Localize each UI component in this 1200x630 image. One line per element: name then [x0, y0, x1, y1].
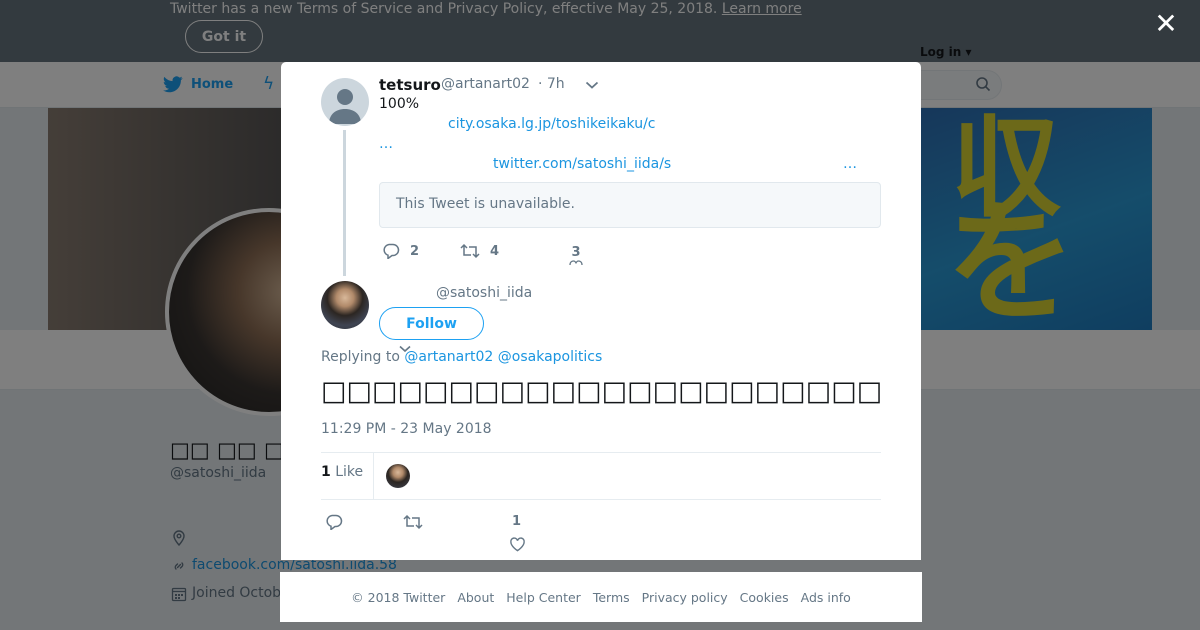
chevron-down-icon[interactable]	[585, 80, 599, 90]
parent-retweet-action[interactable]: 4	[460, 243, 499, 259]
parent-tweet-ellipsis[interactable]: …	[379, 136, 393, 152]
main-tweet-timestamp[interactable]: 11:29 PM - 23 May 2018	[321, 421, 492, 437]
reply-icon[interactable]	[325, 514, 343, 530]
divider	[321, 452, 881, 453]
parent-like-count: 3	[571, 245, 581, 260]
heart-icon[interactable]	[509, 536, 526, 553]
reply-to-osakapolitics[interactable]: @osakapolitics	[498, 349, 602, 365]
reply-to-artanart02[interactable]: @artanart02	[404, 349, 493, 365]
main-retweet-action[interactable]	[403, 514, 423, 530]
main-tweet-avatar[interactable]	[321, 281, 369, 329]
modal-footer: © 2018 Twitter About Help Center Terms P…	[280, 572, 922, 622]
parent-tweet-time[interactable]: · 7h	[538, 76, 565, 92]
divider	[321, 499, 881, 500]
parent-reply-count: 2	[410, 243, 420, 259]
retweet-icon[interactable]	[403, 514, 423, 530]
footer-about-link[interactable]: About	[457, 590, 494, 605]
replying-to: Replying to @artanart02 @osakapolitics	[321, 349, 602, 365]
thread-connector-line	[343, 130, 346, 276]
retweet-icon[interactable]	[460, 243, 480, 259]
parent-retweet-count: 4	[490, 243, 500, 259]
main-tweet-handle[interactable]: @satoshi_iida	[436, 285, 532, 301]
parent-tweet-name[interactable]: tetsuro	[379, 76, 441, 94]
reply-icon[interactable]	[382, 243, 400, 259]
footer-copyright: © 2018 Twitter	[351, 589, 446, 605]
replying-prefix: Replying to	[321, 349, 400, 365]
heart-icon[interactable]	[569, 260, 583, 266]
footer-privacy-link[interactable]: Privacy policy	[642, 590, 728, 605]
parent-tweet-link-city-osaka[interactable]: city.osaka.lg.jp/toshikeikaku/c	[448, 116, 656, 132]
main-reply-action[interactable]	[325, 514, 343, 530]
footer-cookies-link[interactable]: Cookies	[740, 590, 789, 605]
parent-tweet-text: 100%	[379, 96, 420, 112]
footer-help-link[interactable]: Help Center	[506, 590, 581, 605]
footer-terms-link[interactable]: Terms	[593, 590, 630, 605]
liker-avatar[interactable]	[386, 464, 410, 488]
parent-like-action[interactable]: 3	[569, 245, 583, 266]
footer-ads-link[interactable]: Ads info	[801, 590, 851, 605]
parent-tweet-ellipsis-2[interactable]: …	[843, 156, 857, 172]
main-like-count: 1	[512, 514, 522, 529]
likes-label: Like	[335, 464, 364, 480]
likes-separator	[373, 453, 374, 499]
close-icon[interactable]: ✕	[1154, 10, 1178, 38]
parent-tweet-avatar[interactable]	[321, 78, 369, 126]
likes-count: 1	[321, 464, 331, 480]
quoted-tweet-unavailable: This Tweet is unavailable.	[379, 182, 881, 228]
likes-stat[interactable]: 1 Like	[321, 464, 363, 480]
main-tweet-text: □□□□□□□□□□□□□□□□□□□□□□	[321, 376, 883, 407]
follow-button[interactable]: Follow	[379, 307, 484, 340]
parent-tweet-handle[interactable]: @artanart02	[441, 76, 530, 92]
tweet-modal: tetsuro @artanart02 · 7h 100% city.osaka…	[281, 62, 921, 560]
parent-reply-action[interactable]: 2	[382, 243, 419, 259]
default-avatar-icon	[329, 89, 361, 124]
parent-tweet-link-twitter-status[interactable]: twitter.com/satoshi_iida/s	[493, 156, 671, 172]
